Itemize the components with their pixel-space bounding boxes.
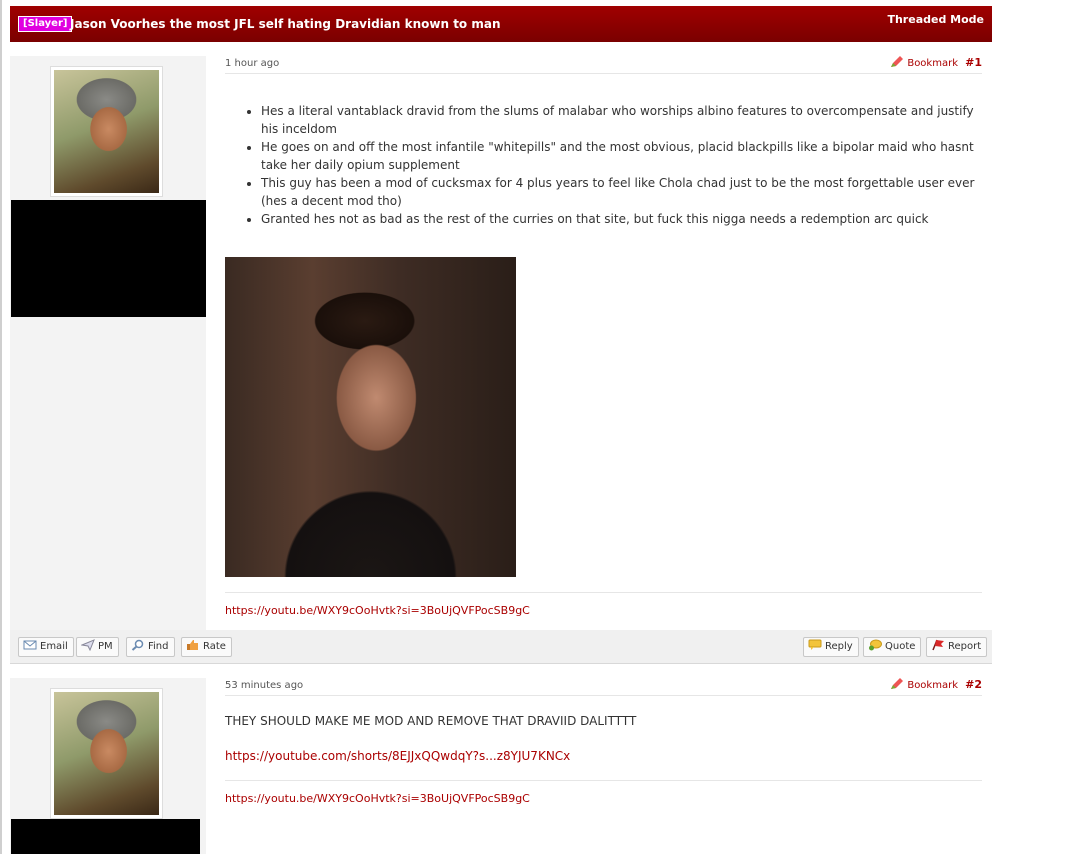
signature-link[interactable]: https://youtu.be/WXY9cOoHvtk?si=3BoUjQVF… xyxy=(225,792,530,805)
rate-label: Rate xyxy=(203,641,226,652)
flag-icon xyxy=(932,639,944,651)
signature-divider xyxy=(225,592,982,593)
envelope-icon xyxy=(23,640,37,650)
avatar[interactable] xyxy=(50,66,163,197)
magnifier-icon xyxy=(131,639,144,651)
list-item: This guy has been a mod of cucksmax for … xyxy=(261,174,982,210)
redacted-author-info xyxy=(11,200,206,317)
threaded-mode-link[interactable]: Threaded Mode xyxy=(887,13,984,27)
list-item: Hes a literal vantablack dravid from the… xyxy=(261,102,982,138)
quote-button[interactable]: Quote xyxy=(863,637,922,657)
find-button[interactable]: Find xyxy=(126,637,175,657)
email-label: Email xyxy=(40,641,68,652)
post-2: 53 minutes ago Bookmark #2 THEY SHOULD M… xyxy=(10,678,992,854)
post-author-column xyxy=(10,678,206,854)
avatar-image xyxy=(54,70,159,193)
thread-title: Jason Voorhes the most JFL self hating D… xyxy=(70,17,501,31)
post-bullet-list: Hes a literal vantablack dravid from the… xyxy=(225,102,982,228)
list-item: Granted hes not as bad as the rest of th… xyxy=(261,210,982,228)
pencil-icon xyxy=(891,678,904,689)
reply-label: Reply xyxy=(825,641,853,652)
bookmark-label: Bookmark xyxy=(907,680,958,691)
find-label: Find xyxy=(148,641,169,652)
post-body-text: THEY SHOULD MAKE ME MOD AND REMOVE THAT … xyxy=(225,714,637,728)
redacted-author-info xyxy=(11,819,200,854)
post-meta-row: 1 hour ago Bookmark #1 xyxy=(225,56,982,74)
post-number[interactable]: #1 xyxy=(965,56,982,70)
report-button[interactable]: Report xyxy=(926,637,988,657)
thumbs-up-icon xyxy=(187,640,198,650)
bookmark-button[interactable]: Bookmark xyxy=(890,678,958,693)
signature-divider xyxy=(225,780,982,781)
post-number[interactable]: #2 xyxy=(965,678,982,692)
post-body-link[interactable]: https://youtube.com/shorts/8EJJxQQwdqY?s… xyxy=(225,749,570,763)
reply-button[interactable]: Reply xyxy=(803,637,859,657)
signature-link[interactable]: https://youtu.be/WXY9cOoHvtk?si=3BoUjQVF… xyxy=(225,604,530,617)
post-meta-row: 53 minutes ago Bookmark #2 xyxy=(225,678,982,696)
rate-button[interactable]: Rate xyxy=(181,637,232,657)
pencil-icon xyxy=(891,56,904,67)
thread-prefix-badge[interactable]: [Slayer] xyxy=(18,16,73,32)
email-button[interactable]: Email xyxy=(18,637,74,657)
report-label: Report xyxy=(948,641,982,652)
quote-label: Quote xyxy=(885,641,916,652)
embedded-gif-image[interactable] xyxy=(225,257,516,577)
bookmark-button[interactable]: Bookmark xyxy=(890,56,958,71)
speech-bubble-icon xyxy=(808,639,822,650)
post-body: Hes a literal vantablack dravid from the… xyxy=(225,102,982,228)
pm-label: PM xyxy=(98,641,113,652)
post-1: 1 hour ago Bookmark #1 Hes a literal van… xyxy=(10,56,992,630)
bookmark-label: Bookmark xyxy=(907,58,958,69)
post-author-column xyxy=(10,56,206,630)
avatar[interactable] xyxy=(50,688,163,819)
quote-bubble-icon xyxy=(869,639,882,651)
pm-button[interactable]: PM xyxy=(76,637,119,657)
page-left-border xyxy=(0,0,2,854)
post-date: 1 hour ago xyxy=(225,58,280,69)
post-date: 53 minutes ago xyxy=(225,680,304,691)
post-action-bar: Email PM Find Rate Reply Quote Report xyxy=(10,630,992,664)
thread-header: [Slayer] Jason Voorhes the most JFL self… xyxy=(10,6,992,42)
paper-plane-icon xyxy=(81,639,95,651)
list-item: He goes on and off the most infantile "w… xyxy=(261,138,982,174)
avatar-image xyxy=(54,692,159,815)
